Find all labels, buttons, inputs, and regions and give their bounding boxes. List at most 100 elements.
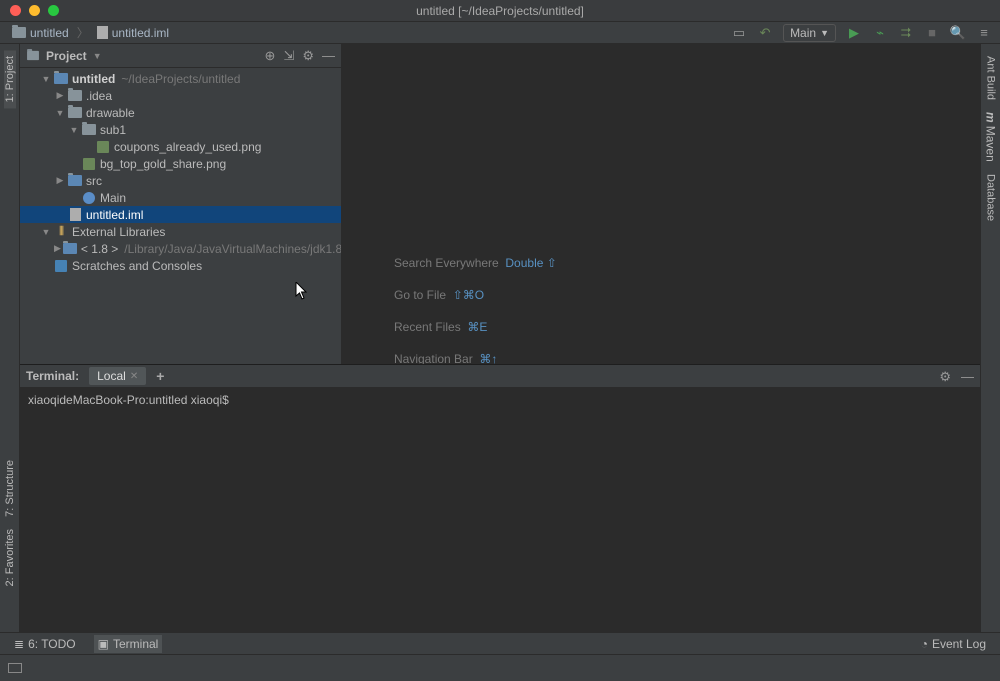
expand-arrow-icon[interactable]: ▶: [54, 175, 66, 186]
file-icon: [97, 26, 108, 39]
gear-icon[interactable]: ⚙: [939, 370, 951, 383]
folder-icon: [68, 90, 82, 101]
tree-node-label: drawable: [86, 106, 135, 120]
todo-tab[interactable]: ≣ 6: TODO: [10, 635, 80, 653]
terminal-add-tab[interactable]: +: [156, 368, 164, 384]
debug-button[interactable]: ⌁: [872, 25, 888, 41]
gear-icon[interactable]: ⚙: [302, 49, 314, 62]
tree-node-label: coupons_already_used.png: [114, 140, 261, 154]
tip-label: Go to File: [394, 288, 446, 302]
terminal-title: Terminal:: [26, 369, 79, 383]
class-icon: [83, 192, 95, 204]
tree-row[interactable]: coupons_already_used.png: [20, 138, 341, 155]
terminal-tab[interactable]: ▣ Terminal: [94, 635, 163, 653]
device-icon[interactable]: ▭: [731, 25, 747, 41]
tip-label: Search Everywhere: [394, 256, 499, 270]
run-button[interactable]: ▶: [846, 25, 862, 41]
tool-structure-tab[interactable]: 7: Structure: [4, 454, 16, 523]
tool-project-tab[interactable]: 1: Project: [4, 50, 16, 108]
tip-label: Recent Files: [394, 320, 461, 334]
stop-button[interactable]: ■: [924, 25, 940, 41]
todo-tab-label: 6: TODO: [28, 637, 76, 651]
expand-arrow-icon[interactable]: ▼: [40, 74, 52, 84]
locate-icon[interactable]: ⊕: [265, 49, 276, 62]
breadcrumb-label: untitled: [30, 26, 69, 40]
tip-shortcut: ⇧⌘O: [453, 288, 484, 302]
expand-arrow-icon[interactable]: ▶: [54, 90, 66, 101]
tree-row[interactable]: ▼ sub1: [20, 121, 341, 138]
breadcrumb-item-project[interactable]: untitled: [8, 24, 73, 42]
back-icon[interactable]: ↶: [757, 25, 773, 41]
expand-arrow-icon[interactable]: ▼: [68, 125, 80, 135]
editor-tip: Go to File ⇧⌘O: [394, 288, 557, 302]
tree-node-label: Main: [100, 191, 126, 205]
tree-row[interactable]: untitled.iml: [20, 206, 341, 223]
coverage-button[interactable]: ⮆: [898, 25, 914, 41]
folder-icon: [68, 175, 82, 186]
tree-node-label: .idea: [86, 89, 112, 103]
tree-node-label: src: [86, 174, 102, 188]
hide-panel-icon[interactable]: —: [322, 49, 335, 62]
tree-node-label: < 1.8 >: [81, 242, 118, 256]
chevron-down-icon: ▼: [93, 51, 102, 61]
terminal-tab-label: Local: [97, 369, 126, 383]
editor-tip: Recent Files ⌘E: [394, 320, 557, 334]
tool-window-toggle-icon[interactable]: [8, 663, 22, 673]
breadcrumb: untitled 〉 untitled.iml: [8, 24, 173, 42]
navigation-row: untitled 〉 untitled.iml ▭ ↶ Main ▼ ▶ ⌁ ⮆…: [0, 22, 1000, 44]
settings-button[interactable]: ≡: [976, 25, 992, 41]
tree-row[interactable]: Main: [20, 189, 341, 206]
jdk-icon: [63, 243, 77, 254]
tree-node-label: untitled: [72, 72, 115, 86]
tree-row[interactable]: bg_top_gold_share.png: [20, 155, 341, 172]
folder-icon: [12, 27, 26, 38]
tree-row[interactable]: ▶ .idea: [20, 87, 341, 104]
iml-file-icon: [70, 208, 81, 221]
tree-row[interactable]: Scratches and Consoles: [20, 257, 341, 274]
breadcrumb-separator-icon: 〉: [77, 24, 89, 41]
project-icon: [27, 51, 39, 60]
titlebar: untitled [~/IdeaProjects/untitled]: [0, 0, 1000, 22]
event-log-label: Event Log: [932, 637, 986, 651]
close-icon[interactable]: ✕: [130, 371, 138, 382]
run-config-selector[interactable]: Main ▼: [783, 24, 836, 42]
breadcrumb-label: untitled.iml: [112, 26, 169, 40]
scratch-icon: [55, 260, 67, 272]
tool-maven-tab[interactable]: m Maven: [984, 106, 998, 168]
hide-panel-icon[interactable]: —: [961, 370, 974, 383]
terminal-icon: ▣: [98, 637, 109, 651]
terminal-pane: Terminal: Local ✕ + ⚙ — xiaoqideMacBook-…: [20, 364, 980, 634]
expand-arrow-icon[interactable]: ▶: [54, 243, 61, 254]
run-config-label: Main: [790, 26, 816, 40]
terminal-output[interactable]: xiaoqideMacBook-Pro:untitled xiaoqi$: [20, 387, 980, 413]
tree-node-path: ~/IdeaProjects/untitled: [121, 72, 240, 86]
tool-ant-tab[interactable]: Ant Build: [985, 50, 997, 106]
tree-row[interactable]: ▼ drawable: [20, 104, 341, 121]
tip-shortcut: ⌘E: [467, 320, 487, 334]
left-tool-stripe: 1: Project 7: Structure 2: Favorites: [0, 44, 20, 632]
tree-row[interactable]: ▼⫼External Libraries: [20, 223, 341, 240]
search-icon[interactable]: 🔍: [950, 25, 966, 41]
expand-arrow-icon[interactable]: ▼: [54, 108, 66, 118]
chevron-down-icon: ▼: [820, 28, 829, 38]
right-tool-stripe: Ant Build m Maven Database: [980, 44, 1000, 632]
panel-title[interactable]: Project ▼: [26, 49, 102, 63]
tool-database-tab[interactable]: Database: [985, 168, 997, 227]
terminal-prompt: xiaoqideMacBook-Pro:untitled xiaoqi$: [28, 393, 229, 407]
tree-row[interactable]: ▶ < 1.8 > /Library/Java/JavaVirtualMachine…: [20, 240, 341, 257]
tree-row[interactable]: ▶ src: [20, 172, 341, 189]
event-log-tab[interactable]: ◔ Event Log: [917, 635, 990, 653]
image-file-icon: [97, 141, 109, 153]
image-file-icon: [83, 158, 95, 170]
panel-title-label: Project: [46, 49, 87, 63]
tree-row[interactable]: ▼ untitled ~/IdeaProjects/untitled: [20, 70, 341, 87]
log-icon: ◔: [921, 637, 928, 651]
tool-favorites-tab[interactable]: 2: Favorites: [4, 523, 16, 592]
tree-node-label: sub1: [100, 123, 126, 137]
breadcrumb-item-file[interactable]: untitled.iml: [93, 24, 173, 42]
expand-arrow-icon[interactable]: ▼: [40, 227, 52, 237]
tree-node-path: /Library/Java/JavaVirtualMachines/jdk1.8…: [124, 242, 341, 256]
collapse-icon[interactable]: ⇲: [283, 49, 294, 62]
terminal-tab-local[interactable]: Local ✕: [89, 367, 146, 385]
bottom-toolbar: ≣ 6: TODO ▣ Terminal ◔ Event Log: [0, 632, 1000, 654]
